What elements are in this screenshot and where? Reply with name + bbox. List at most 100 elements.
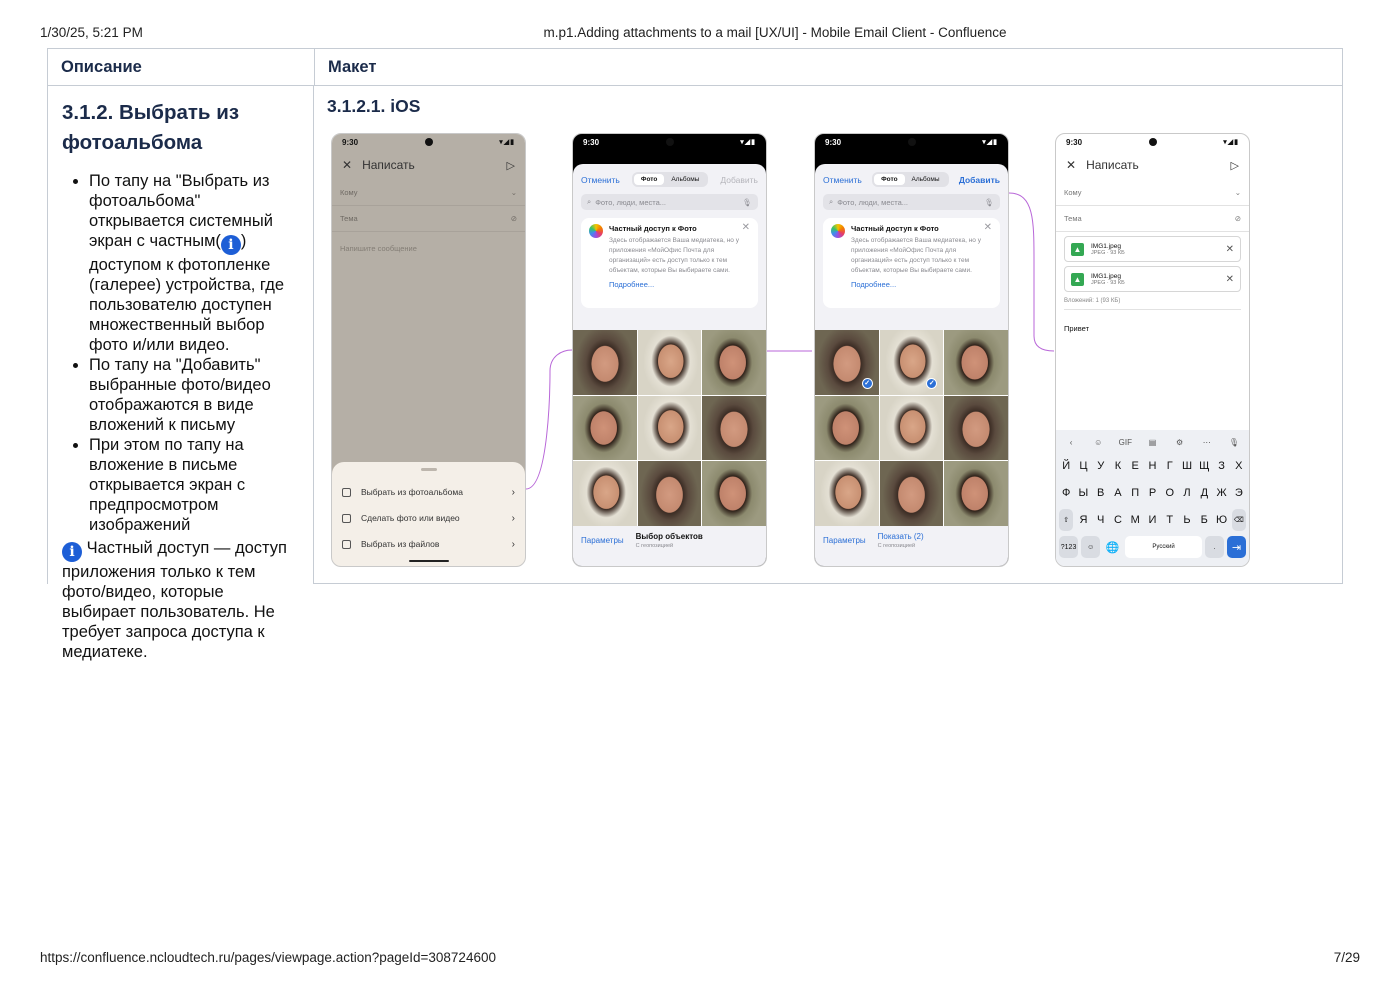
cancel-button[interactable]: Отменить: [581, 175, 620, 185]
key[interactable]: И: [1145, 509, 1159, 531]
key[interactable]: Э: [1232, 482, 1246, 504]
enter-key[interactable]: ⇥: [1226, 536, 1246, 558]
key[interactable]: У: [1094, 455, 1108, 477]
key[interactable]: Б: [1197, 509, 1211, 531]
key[interactable]: Ф: [1059, 482, 1073, 504]
add-button[interactable]: Добавить: [959, 175, 1000, 185]
numbers-key[interactable]: ?123: [1059, 536, 1079, 558]
key[interactable]: П: [1128, 482, 1142, 504]
close-icon[interactable]: ✕: [742, 222, 750, 233]
key[interactable]: Н: [1145, 455, 1159, 477]
photo-thumbnail[interactable]: [702, 395, 766, 461]
key[interactable]: В: [1094, 482, 1108, 504]
show-selected-button[interactable]: Показать (2): [878, 532, 924, 541]
send-icon[interactable]: ▷: [507, 159, 515, 172]
settings-icon[interactable]: ⚙: [1168, 434, 1192, 450]
shift-key[interactable]: ⇧: [1059, 509, 1074, 531]
photo-thumbnail[interactable]: [944, 395, 1008, 461]
subject-field[interactable]: Тема ⊘: [1056, 206, 1249, 232]
backspace-key[interactable]: ⌫: [1231, 509, 1246, 531]
attachment-chip[interactable]: ▲ IMG1.jpeg JPEG · 93 КБ ✕: [1064, 266, 1241, 292]
globe-icon[interactable]: 🌐: [1103, 536, 1122, 558]
photo-thumbnail[interactable]: [573, 395, 637, 461]
key[interactable]: Ь: [1180, 509, 1194, 531]
sticker-icon[interactable]: ☺: [1086, 434, 1110, 450]
sheet-item-files[interactable]: Выбрать из файлов ›: [332, 531, 525, 557]
photo-thumbnail[interactable]: [815, 395, 879, 461]
chevron-down-icon[interactable]: ⌄: [1235, 188, 1241, 197]
microphone-icon[interactable]: 🎙: [984, 198, 994, 207]
key[interactable]: Д: [1197, 482, 1211, 504]
photo-thumbnail[interactable]: [944, 330, 1008, 395]
photo-thumbnail[interactable]: [637, 395, 702, 461]
sheet-grabber[interactable]: [420, 468, 437, 471]
photo-thumbnail[interactable]: [573, 461, 637, 526]
photo-thumbnail[interactable]: [637, 330, 702, 395]
photo-thumbnail[interactable]: [637, 461, 702, 526]
microphone-icon[interactable]: 🎙: [1222, 434, 1246, 450]
key[interactable]: Ю: [1214, 509, 1228, 531]
photo-thumbnail[interactable]: [702, 330, 766, 395]
key[interactable]: Щ: [1197, 455, 1211, 477]
photo-thumbnail-selected[interactable]: ✓: [815, 330, 879, 395]
photo-thumbnail[interactable]: [702, 461, 766, 526]
tab-albums[interactable]: Альбомы: [664, 174, 706, 185]
key[interactable]: З: [1214, 455, 1228, 477]
key[interactable]: Р: [1145, 482, 1159, 504]
key[interactable]: Т: [1163, 509, 1177, 531]
cancel-button[interactable]: Отменить: [823, 175, 862, 185]
params-button[interactable]: Параметры: [581, 536, 624, 560]
subject-field[interactable]: Тема ⊘: [332, 206, 525, 232]
attachment-chip[interactable]: ▲ IMG1.jpeg JPEG · 93 КБ ✕: [1064, 236, 1241, 262]
clipboard-icon[interactable]: ▤: [1140, 434, 1164, 450]
remove-attachment-icon[interactable]: ✕: [1226, 274, 1234, 285]
chevron-down-icon[interactable]: ⌄: [511, 188, 517, 197]
key[interactable]: Г: [1163, 455, 1177, 477]
key[interactable]: Л: [1180, 482, 1194, 504]
photo-thumbnail[interactable]: [879, 461, 944, 526]
to-field[interactable]: Кому ⌄: [1056, 180, 1249, 206]
tab-photo[interactable]: Фото: [874, 174, 905, 185]
key[interactable]: Ж: [1214, 482, 1228, 504]
search-input[interactable]: ⌕ Фото, люди, места... 🎙: [581, 194, 758, 210]
add-button[interactable]: Добавить: [720, 175, 758, 185]
close-icon[interactable]: ✕: [342, 158, 352, 172]
tab-albums[interactable]: Альбомы: [905, 174, 947, 185]
learn-more-link[interactable]: Подробнее...: [609, 280, 750, 289]
message-body-placeholder[interactable]: Напишите сообщение: [332, 232, 525, 265]
space-key[interactable]: Русский: [1125, 536, 1202, 558]
key[interactable]: К: [1111, 455, 1125, 477]
paperclip-icon[interactable]: ⊘: [511, 214, 517, 223]
gif-button[interactable]: GIF: [1113, 434, 1137, 450]
close-icon[interactable]: ✕: [984, 222, 992, 233]
tab-photo[interactable]: Фото: [633, 174, 665, 185]
photo-thumbnail[interactable]: [573, 330, 637, 395]
remove-attachment-icon[interactable]: ✕: [1226, 244, 1234, 255]
key[interactable]: Х: [1232, 455, 1246, 477]
key[interactable]: М: [1128, 509, 1142, 531]
sheet-item-camera[interactable]: Сделать фото или видео ›: [332, 505, 525, 531]
params-button[interactable]: Параметры: [823, 536, 866, 560]
key[interactable]: С: [1111, 509, 1125, 531]
back-icon[interactable]: ‹: [1059, 434, 1083, 450]
key[interactable]: Ш: [1180, 455, 1194, 477]
emoji-key[interactable]: ☺: [1081, 536, 1101, 558]
photo-thumbnail[interactable]: [815, 461, 879, 526]
key[interactable]: А: [1111, 482, 1125, 504]
key[interactable]: Я: [1076, 509, 1090, 531]
key[interactable]: Й: [1059, 455, 1073, 477]
key[interactable]: О: [1163, 482, 1177, 504]
key[interactable]: Ч: [1094, 509, 1108, 531]
key[interactable]: Ц: [1076, 455, 1090, 477]
paperclip-icon[interactable]: ⊘: [1235, 214, 1241, 223]
message-body[interactable]: Привет: [1064, 324, 1241, 333]
key[interactable]: Е: [1128, 455, 1142, 477]
search-input[interactable]: ⌕ Фото, люди, места... 🎙: [823, 194, 1000, 210]
period-key[interactable]: .: [1204, 536, 1224, 558]
send-icon[interactable]: ▷: [1231, 159, 1239, 172]
sheet-item-photo-album[interactable]: Выбрать из фотоальбома ›: [332, 479, 525, 505]
close-icon[interactable]: ✕: [1066, 158, 1076, 172]
photo-thumbnail[interactable]: [879, 395, 944, 461]
to-field[interactable]: Кому ⌄: [332, 180, 525, 206]
microphone-icon[interactable]: 🎙: [742, 198, 752, 207]
